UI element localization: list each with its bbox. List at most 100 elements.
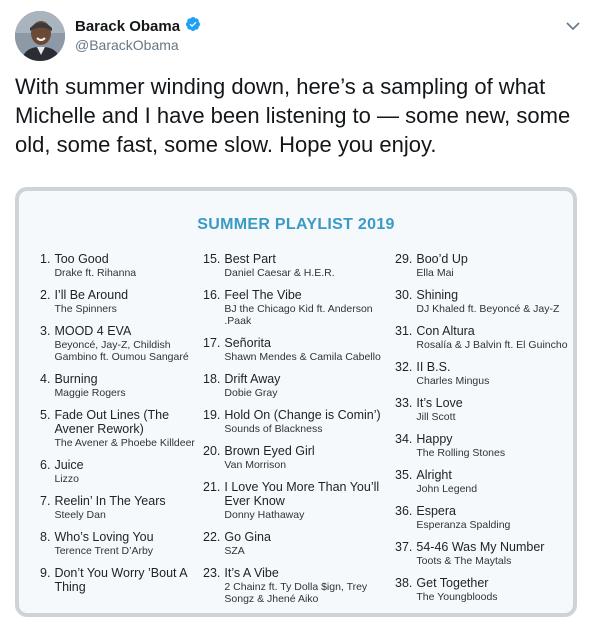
playlist-item: 9. Don’t You Worry ’Bout A Thing [40,566,205,594]
track-number: 33. [395,396,413,410]
track-number: 17. [203,336,221,350]
track-number: 5. [40,408,51,422]
playlist-item: 30. Shining DJ Khaled ft. Beyoncé & Jay-Z [395,288,573,315]
track-number: 18. [203,372,221,386]
track-number: 34. [395,432,413,446]
song-artist: The Spinners [54,303,117,315]
playlist-item: 33. It’s Love Jill Scott [395,396,573,423]
chevron-down-icon[interactable] [566,18,580,31]
song-artist: BJ the Chicago Kid ft. Anderson .Paak [224,303,373,327]
song-artist: Lizzo [54,473,79,485]
playlist-item: 16. Feel The Vibe BJ the Chicago Kid ft. A… [203,288,388,327]
playlist-item: 6. Juice Lizzo [40,458,205,485]
track-number: 37. [395,540,413,554]
song-title: Drift Away [224,372,281,386]
song-artist: The Rolling Stones [416,447,506,459]
playlist-item: 7. Reelin’ In The Years Steely Dan [40,494,205,521]
song-title: Brown Eyed Girl [224,444,315,458]
song-artist: Charles Mingus [416,375,490,387]
song-title: II B.S. [416,360,451,374]
song-artist: Beyoncé, Jay-Z, Childish Gambino ft. Oum… [54,339,189,363]
song-artist: The Youngbloods [416,591,498,603]
author-name-row: Barack Obama [75,16,201,37]
song-title: Alright [416,468,452,482]
song-title: Shining [416,288,459,302]
song-artist: DJ Khaled ft. Beyoncé & Jay-Z [416,303,560,315]
track-number: 32. [395,360,413,374]
song-artist: Rosalía & J Balvin ft. El Guincho [416,339,568,351]
track-number: 9. [40,566,51,580]
playlist-item: 2. I’ll Be Around The Spinners [40,288,205,315]
playlist-item: 8. Who’s Loving You Terence Trent D’Arby [40,530,205,557]
playlist-item: 19. Hold On (Change is Comin’) Sounds of B… [203,408,388,435]
song-artist: The Avener & Phoebe Killdeer [54,437,195,449]
song-artist: Esperanza Spalding [416,519,511,531]
playlist-item: 15. Best Part Daniel Caesar & H.E.R. [203,252,388,279]
playlist-item: 3. MOOD 4 EVA Beyoncé, Jay-Z, Childish Gam… [40,324,205,363]
song-artist: Maggie Rogers [54,387,126,399]
track-number: 36. [395,504,413,518]
song-title: Señorita [224,336,271,350]
track-number: 6. [40,458,51,472]
playlist-item: 35. Alright John Legend [395,468,573,495]
playlist-item: 32. II B.S. Charles Mingus [395,360,573,387]
song-title: Reelin’ In The Years [54,494,166,508]
song-artist: 2 Chainz ft. Ty Dolla $ign, Trey Songz &… [224,581,368,605]
song-title: Go Gina [224,530,271,544]
song-artist: Drake ft. Rihanna [54,267,137,279]
handle[interactable]: @BarackObama [75,37,179,53]
track-number: 16. [203,288,221,302]
song-title: It’s Love [416,396,463,410]
track-number: 1. [40,252,51,266]
song-title: Who’s Loving You [54,530,154,544]
track-number: 29. [395,252,413,266]
playlist-item: 34. Happy The Rolling Stones [395,432,573,459]
playlist-item: 18. Drift Away Dobie Gray [203,372,388,399]
playlist-item: 1. Too Good Drake ft. Rihanna [40,252,205,279]
playlist-item: 37. 54-46 Was My Number Toots & The Maytal… [395,540,573,567]
song-title: Boo’d Up [416,252,468,266]
song-title: Burning [54,372,98,386]
track-number: 8. [40,530,51,544]
track-number: 20. [203,444,221,458]
playlist-title: SUMMER PLAYLIST 2019 [197,216,395,233]
song-title: Juice [54,458,84,472]
song-artist: John Legend [416,483,478,495]
song-title: I Love You More Than You’ll Ever Know [224,480,380,508]
playlist-item: 5. Fade Out Lines (The Avener Rework) The … [40,408,205,449]
song-title: 54-46 Was My Number [416,540,545,554]
song-title: It’s A Vibe [224,566,279,580]
song-title: Con Altura [416,324,475,338]
song-title: Espera [416,504,456,518]
song-title: Don’t You Worry ’Bout A Thing [54,566,187,594]
song-artist: SZA [224,545,245,557]
avatar[interactable] [15,11,65,61]
song-artist: Donny Hathaway [224,509,305,521]
playlist-item: 31. Con Altura Rosalía & J Balvin ft. El G… [395,324,573,351]
song-title: Feel The Vibe [224,288,302,302]
song-artist: Sounds of Blackness [224,423,323,435]
track-number: 3. [40,324,51,338]
song-artist: Dobie Gray [224,387,278,399]
display-name[interactable]: Barack Obama [75,18,180,35]
playlist-image[interactable]: SUMMER PLAYLIST 2019 1. Too Good Drake ft.… [15,187,577,617]
song-artist: Shawn Mendes & Camila Cabello [224,351,381,363]
verified-badge-icon [185,16,201,37]
song-artist: Terence Trent D’Arby [54,545,154,557]
song-title: I’ll Be Around [54,288,129,302]
song-title: Hold On (Change is Comin’) [224,408,381,422]
song-title: Happy [416,432,453,446]
track-number: 22. [203,530,221,544]
playlist-column-1: 1. Too Good Drake ft. Rihanna 2. I’ll Be Aro… [40,252,205,603]
playlist-item: 23. It’s A Vibe 2 Chainz ft. Ty Dolla $ign… [203,566,388,605]
track-number: 4. [40,372,51,386]
playlist-item: 17. Señorita Shawn Mendes & Camila Cabello [203,336,388,363]
playlist-item: 4. Burning Maggie Rogers [40,372,205,399]
playlist-item: 20. Brown Eyed Girl Van Morrison [203,444,388,471]
playlist-item: 36. Espera Esperanza Spalding [395,504,573,531]
track-number: 19. [203,408,221,422]
track-number: 21. [203,480,221,494]
playlist-column-2: 15. Best Part Daniel Caesar & H.E.R. 16. Fee… [203,252,388,613]
track-number: 30. [395,288,413,302]
song-title: Get Together [416,576,489,590]
